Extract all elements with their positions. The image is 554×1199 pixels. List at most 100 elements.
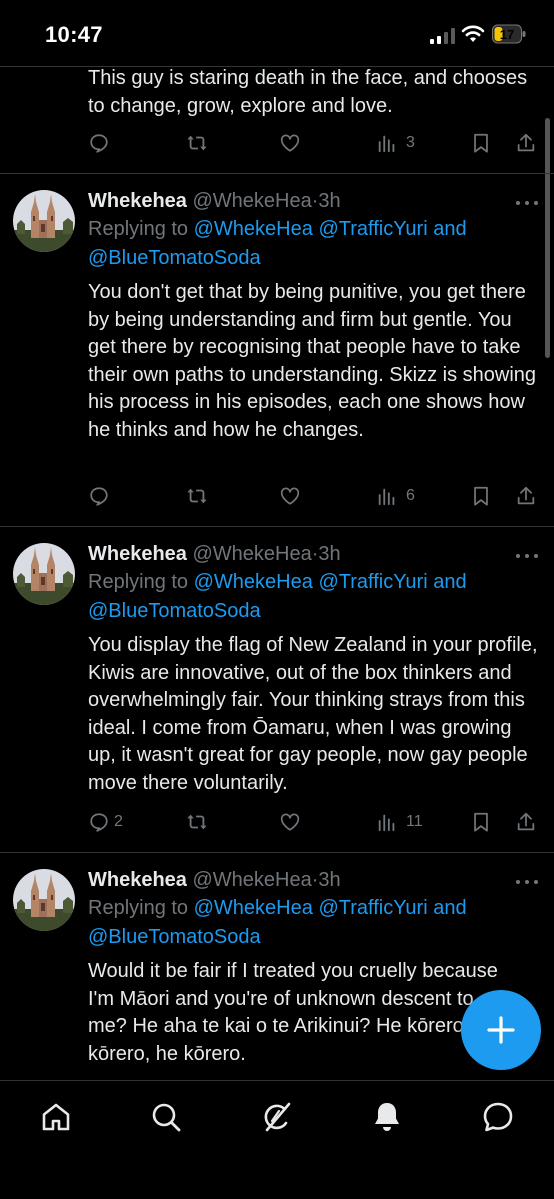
retweet-icon <box>187 814 207 830</box>
replying-prefix: Replying to <box>88 218 194 240</box>
display-name[interactable]: Whekehea <box>88 190 187 212</box>
like-button[interactable] <box>279 809 301 835</box>
share-icon <box>517 486 535 505</box>
reply-button[interactable] <box>88 483 110 509</box>
tab-messages[interactable] <box>480 1099 516 1135</box>
share-icon <box>517 812 535 831</box>
reply-icon <box>90 134 108 153</box>
retweet-icon <box>187 135 207 151</box>
views-icon <box>378 135 395 153</box>
search-icon <box>152 1103 181 1132</box>
tweet-header: Whekehea @WhekeHea·3h <box>88 866 540 894</box>
tweet-actions: 3 <box>88 130 540 156</box>
display-name[interactable]: Whekehea <box>88 869 187 891</box>
mention-link[interactable]: @TrafficYuri <box>318 897 427 919</box>
reply-button[interactable]: 2 <box>88 809 123 835</box>
battery-icon: 17 <box>492 24 526 44</box>
retweet-button[interactable] <box>186 130 208 156</box>
cathedral-avatar-image <box>13 543 75 605</box>
reply-button[interactable] <box>88 130 110 156</box>
bookmark-icon <box>474 486 488 506</box>
status-bar: 10:47 17 <box>0 0 554 66</box>
reply-icon <box>90 487 108 506</box>
replying-to: Replying to @WhekeHea @TrafficYuri and @… <box>88 568 540 626</box>
compose-button[interactable] <box>461 990 541 1070</box>
views-button[interactable]: 11 <box>376 809 423 835</box>
retweet-icon <box>187 488 207 504</box>
mention-link[interactable]: @WhekeHea <box>194 897 313 919</box>
replying-to: Replying to @WhekeHea @TrafficYuri and @… <box>88 215 540 273</box>
cathedral-avatar-image <box>13 869 75 931</box>
views-count: 11 <box>406 813 423 830</box>
tweet-body: You don't get that by being punitive, yo… <box>88 281 537 441</box>
battery-level: 17 <box>500 27 514 42</box>
replying-prefix: Replying to <box>88 571 194 593</box>
signal-icon <box>430 28 455 44</box>
tab-notifications[interactable] <box>369 1099 405 1135</box>
bookmark-icon <box>474 133 488 153</box>
mention-link[interactable]: @TrafficYuri <box>318 218 427 240</box>
views-icon <box>378 814 395 832</box>
display-name[interactable]: Whekehea <box>88 543 187 565</box>
timestamp[interactable]: 3h <box>318 543 340 565</box>
reply-count: 2 <box>114 813 123 830</box>
share-button[interactable] <box>515 130 537 156</box>
tweet-header: Whekehea @WhekeHea·3h <box>88 187 540 215</box>
views-button[interactable]: 6 <box>376 483 415 509</box>
tweet-body-line: Would it be fair if I treated you cruell… <box>88 960 498 982</box>
bell-icon <box>375 1103 399 1131</box>
bookmark-icon <box>474 812 488 832</box>
bookmark-button[interactable] <box>470 130 492 156</box>
mention-joiner[interactable]: and <box>433 897 466 919</box>
user-handle[interactable]: @WhekeHea <box>193 543 312 565</box>
views-count: 3 <box>406 134 415 151</box>
mention-link[interactable]: @TrafficYuri <box>318 571 427 593</box>
views-icon <box>378 488 395 506</box>
user-handle[interactable]: @WhekeHea <box>193 190 312 212</box>
share-button[interactable] <box>515 483 537 509</box>
more-options-icon[interactable] <box>514 546 540 566</box>
mention-link[interactable]: @BlueTomatoSoda <box>88 247 261 269</box>
share-button[interactable] <box>515 809 537 835</box>
mention-joiner[interactable]: and <box>433 571 466 593</box>
tab-search[interactable] <box>148 1099 184 1135</box>
avatar[interactable] <box>13 190 75 252</box>
mention-link[interactable]: @WhekeHea <box>194 571 313 593</box>
views-button[interactable]: 3 <box>376 130 415 156</box>
mention-link[interactable]: @BlueTomatoSoda <box>88 926 261 948</box>
like-button[interactable] <box>279 130 301 156</box>
heart-icon <box>280 813 300 831</box>
timestamp[interactable]: 3h <box>318 869 340 891</box>
retweet-button[interactable] <box>186 809 208 835</box>
avatar[interactable] <box>13 543 75 605</box>
heart-icon <box>280 134 300 152</box>
tweet-body: This guy is staring death in the face, a… <box>88 67 528 117</box>
bookmark-button[interactable] <box>470 809 492 835</box>
cathedral-avatar-image <box>13 190 75 252</box>
plus-icon <box>487 1016 515 1044</box>
tab-grok[interactable] <box>259 1099 295 1135</box>
avatar[interactable] <box>13 869 75 931</box>
mention-link[interactable]: @BlueTomatoSoda <box>88 600 261 622</box>
wifi-icon <box>461 25 485 42</box>
more-options-icon[interactable] <box>514 193 540 213</box>
tab-home[interactable] <box>38 1099 74 1135</box>
like-button[interactable] <box>279 483 301 509</box>
status-time: 10:47 <box>45 22 103 47</box>
retweet-button[interactable] <box>186 483 208 509</box>
home-icon <box>42 1103 70 1131</box>
mention-joiner[interactable]: and <box>433 218 466 240</box>
more-options-icon[interactable] <box>514 872 540 892</box>
replying-prefix: Replying to <box>88 897 194 919</box>
reply-icon <box>90 813 108 832</box>
bookmark-button[interactable] <box>470 483 492 509</box>
tweet-actions: 2 11 <box>88 809 540 835</box>
timestamp[interactable]: 3h <box>318 190 340 212</box>
mention-link[interactable]: @WhekeHea <box>194 218 313 240</box>
user-handle[interactable]: @WhekeHea <box>193 869 312 891</box>
views-count: 6 <box>406 487 415 504</box>
tweet-actions: 6 <box>88 483 540 509</box>
share-icon <box>517 133 535 152</box>
scrollbar[interactable] <box>545 118 550 358</box>
tweet-body: You display the flag of New Zealand in y… <box>88 634 538 794</box>
